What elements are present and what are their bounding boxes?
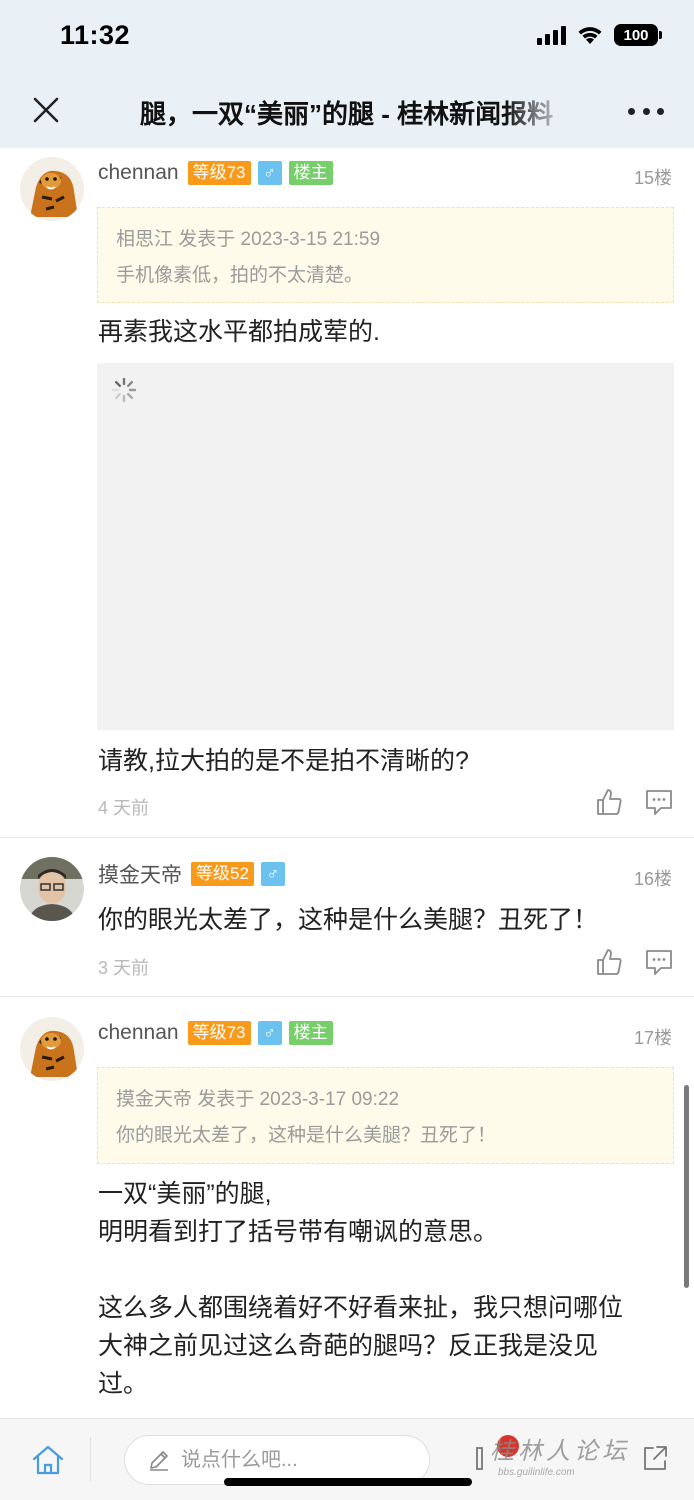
divider	[0, 837, 694, 838]
close-icon[interactable]	[28, 92, 64, 128]
owner-badge: 楼主	[288, 161, 333, 185]
post-content: 一双“美丽”的腿, 明明看到打了括号带有嘲讽的意思。 这么多人都围绕着好不好看来…	[98, 1175, 678, 1403]
man-avatar-icon	[20, 857, 84, 921]
content-line: 这么多人都围绕着好不好看来扯，我只想问哪位	[98, 1294, 624, 1322]
content-line: 过。	[98, 1370, 149, 1398]
spinner-icon	[111, 377, 137, 403]
content-line: 明明看到打了括号带有嘲讽的意思。	[98, 1218, 499, 1246]
share-icon[interactable]	[640, 1443, 670, 1473]
like-icon[interactable]	[594, 787, 624, 817]
tiger-avatar-icon	[20, 1017, 84, 1081]
floor-number: 16楼	[633, 869, 672, 889]
avatar[interactable]	[20, 1017, 84, 1081]
post-content-after-image: 请教,拉大拍的是不是拍不清晰的?	[98, 747, 469, 775]
content-line: 大神之前见过这么奇葩的腿吗？反正我是没见	[98, 1332, 599, 1360]
bottom-bar: 桂林人论坛 bbs.guilinlife.com	[0, 1418, 694, 1500]
post-meta: 摸金天帝 等级52 ♂	[98, 861, 285, 887]
quote-text: 手机像素低，拍的不太清楚。	[116, 265, 364, 286]
scrollbar[interactable]	[684, 1085, 689, 1288]
level-badge: 等级73	[187, 1021, 251, 1045]
owner-badge: 楼主	[288, 1021, 333, 1045]
author-name[interactable]: 摸金天帝	[98, 859, 182, 889]
level-badge: 等级73	[187, 161, 251, 185]
content-line	[98, 1251, 678, 1289]
gender-badge: ♂	[257, 1021, 282, 1045]
like-icon[interactable]	[594, 947, 624, 977]
comment-icon[interactable]	[644, 787, 674, 817]
post-time: 4 天前	[98, 798, 150, 818]
status-time: 11:32	[60, 20, 131, 50]
level-badge: 等级52	[191, 862, 254, 886]
gender-badge: ♂	[257, 161, 282, 185]
avatar[interactable]	[20, 157, 84, 221]
floor-number: 17楼	[633, 1028, 672, 1048]
avatar[interactable]	[20, 857, 84, 921]
quote-header: 摸金天帝 发表于 2023-3-17 09:22	[116, 1089, 400, 1110]
post-content: 再素我这水平都拍成荤的.	[98, 313, 678, 351]
wifi-icon	[578, 27, 602, 44]
quote-header: 相思江 发表于 2023-3-15 21:59	[116, 229, 381, 250]
watermark-url: bbs.guilinlife.com	[498, 1467, 575, 1478]
page-title: 腿，一双“美丽”的腿 - 桂林新闻报料	[140, 99, 554, 129]
content-line: 一双“美丽”的腿,	[98, 1180, 272, 1208]
quote-block: 摸金天帝 发表于 2023-3-17 09:22 你的眼光太差了，这种是什么美腿…	[97, 1067, 674, 1164]
quote-text: 你的眼光太差了，这种是什么美腿？丑死了！	[116, 1125, 497, 1146]
content-line: 你的眼光太差了，这种是什么美腿？丑死了！	[98, 906, 599, 934]
status-bar: 11:32 100	[0, 0, 694, 74]
comment-icon[interactable]	[644, 947, 674, 977]
divider	[0, 996, 694, 997]
comment-input[interactable]	[181, 1448, 401, 1472]
post-content: 你的眼光太差了，这种是什么美腿？丑死了！	[98, 901, 678, 939]
author-name[interactable]: chennan	[98, 161, 179, 185]
post-image-placeholder[interactable]	[97, 363, 674, 730]
floor-number: 15楼	[633, 168, 672, 188]
home-indicator	[224, 1478, 472, 1486]
quote-block: 相思江 发表于 2023-3-15 21:59 手机像素低，拍的不太清楚。	[97, 207, 674, 303]
header-bar: 腿，一双“美丽”的腿 - 桂林新闻报料	[0, 74, 694, 148]
gender-badge: ♂	[260, 862, 285, 886]
signal-icon	[537, 25, 566, 45]
tiger-avatar-icon	[20, 157, 84, 221]
post-meta: chennan 等级73 ♂ 楼主	[98, 160, 333, 186]
content-line: 再素我这水平都拍成荤的.	[98, 318, 380, 346]
watermark-logo: 桂林人论坛	[490, 1438, 630, 1465]
more-icon[interactable]	[628, 96, 664, 126]
post-time: 3 天前	[98, 958, 150, 978]
home-icon[interactable]	[30, 1443, 66, 1477]
separator	[90, 1437, 91, 1481]
post-meta: chennan 等级73 ♂ 楼主	[98, 1020, 333, 1046]
pencil-icon	[150, 1451, 168, 1471]
author-name[interactable]: chennan	[98, 1021, 179, 1045]
battery-icon: 100	[614, 24, 662, 46]
status-icons: 100	[537, 24, 662, 46]
